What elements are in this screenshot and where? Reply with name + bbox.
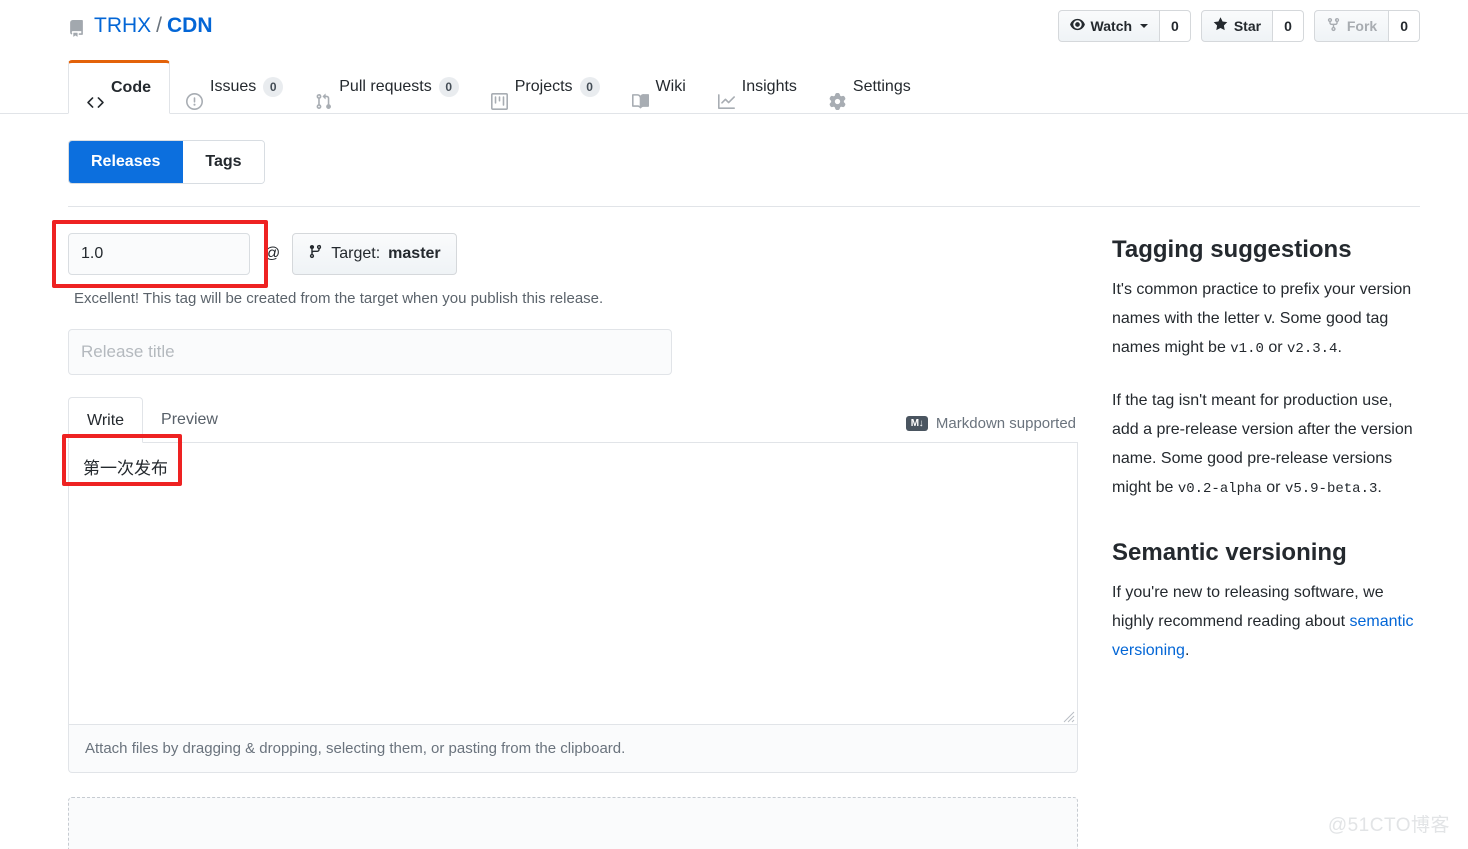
tab-issues-counter: 0: [263, 77, 283, 97]
tagging-suggestions-heading: Tagging suggestions: [1112, 233, 1422, 267]
tab-code-label: Code: [111, 61, 151, 115]
at-symbol: @: [264, 245, 280, 263]
tab-write[interactable]: Write: [68, 397, 143, 443]
semantic-versioning-heading: Semantic versioning: [1112, 536, 1422, 570]
markdown-icon: M↓: [906, 416, 928, 431]
tab-pull-requests-counter: 0: [439, 77, 459, 97]
fork-button[interactable]: Fork: [1314, 10, 1389, 42]
tab-code[interactable]: Code: [68, 60, 170, 114]
tagging-text-2c: .: [1377, 479, 1381, 496]
star-icon: [1213, 17, 1228, 35]
tag-example-4: v5.9-beta.3: [1285, 481, 1377, 497]
target-prefix-label: Target:: [331, 245, 380, 263]
git-pull-request-icon: [315, 79, 332, 96]
editor-tabbar: Write Preview M↓ Markdown supported: [68, 397, 1078, 443]
releases-tags-toggle-wrap: Releases Tags: [68, 114, 1420, 207]
chevron-down-icon: [1140, 24, 1148, 28]
fork-count[interactable]: 0: [1389, 10, 1420, 42]
tab-insights-label: Insights: [742, 60, 797, 114]
tagging-suggestions-paragraph-1: It's common practice to prefix your vers…: [1112, 275, 1422, 364]
watch-button-group[interactable]: Watch 0: [1058, 10, 1191, 42]
graph-icon: [718, 79, 735, 96]
repo-owner-link[interactable]: TRHX: [94, 12, 151, 40]
tags-toggle-button[interactable]: Tags: [183, 141, 263, 183]
book-icon: [632, 79, 649, 96]
tab-projects[interactable]: Projects 0: [475, 60, 616, 114]
release-form: @ Target: master Excellent! This tag wil…: [68, 233, 1078, 849]
tab-pull-requests-label: Pull requests: [339, 60, 432, 114]
tag-version-input[interactable]: [68, 233, 250, 275]
repo-nav-tabs: Code Issues 0 Pull requests 0 Projects 0: [0, 60, 1468, 114]
fork-icon: [1326, 17, 1341, 35]
releases-columns: @ Target: master Excellent! This tag wil…: [68, 207, 1420, 849]
tag-example-3: v0.2-alpha: [1178, 481, 1262, 497]
git-branch-icon: [308, 244, 323, 264]
tag-example-2: v2.3.4: [1287, 341, 1337, 357]
fork-button-label: Fork: [1347, 18, 1377, 34]
tag-help-note: Excellent! This tag will be created from…: [74, 290, 1078, 307]
watch-button-label: Watch: [1091, 18, 1132, 34]
attach-files-note: Attach files by dragging & dropping, sel…: [68, 725, 1078, 773]
star-button-label: Star: [1234, 18, 1261, 34]
target-branch-label: master: [388, 245, 440, 263]
gear-icon: [829, 79, 846, 96]
target-branch-button[interactable]: Target: master: [292, 233, 456, 275]
repo-header-actions: Watch 0 Star 0: [1058, 10, 1420, 42]
tab-settings-label: Settings: [853, 60, 911, 114]
release-body-textarea[interactable]: [69, 443, 1077, 724]
tab-wiki-label: Wiki: [656, 60, 686, 114]
star-count[interactable]: 0: [1273, 10, 1304, 42]
watch-count[interactable]: 0: [1160, 10, 1191, 42]
tab-issues[interactable]: Issues 0: [170, 60, 299, 114]
markdown-supported-label: Markdown supported: [936, 415, 1076, 432]
release-body-editor: Write Preview M↓ Markdown supported: [68, 397, 1078, 773]
release-assets-dropzone[interactable]: [68, 797, 1078, 849]
repo-book-icon: [68, 18, 85, 37]
tagging-text-2b: or: [1262, 479, 1285, 496]
star-button-group[interactable]: Star 0: [1201, 10, 1304, 42]
tab-wiki[interactable]: Wiki: [616, 60, 702, 114]
tag-row: @ Target: master: [68, 233, 1078, 275]
tag-example-1: v1.0: [1230, 341, 1264, 357]
watermark: @51CTO博客: [1328, 810, 1450, 837]
releases-page: Releases Tags @ Target: master: [0, 114, 1468, 849]
tab-preview[interactable]: Preview: [143, 397, 236, 443]
tab-settings[interactable]: Settings: [813, 60, 927, 114]
eye-icon: [1070, 17, 1085, 35]
release-title-input[interactable]: [68, 329, 672, 375]
issue-opened-icon: [186, 79, 203, 96]
repo-breadcrumb: TRHX / CDN: [68, 12, 213, 40]
release-sidebar: Tagging suggestions It's common practice…: [1112, 233, 1422, 849]
repo-header: TRHX / CDN Watch 0: [0, 0, 1468, 60]
semver-text: If you're new to releasing software, we …: [1112, 584, 1384, 630]
repo-name-link[interactable]: CDN: [167, 12, 213, 40]
releases-toggle-button[interactable]: Releases: [69, 141, 183, 183]
tab-insights[interactable]: Insights: [702, 60, 813, 114]
tagging-text-1c: .: [1337, 339, 1341, 356]
tab-projects-label: Projects: [515, 60, 573, 114]
tagging-text-1b: or: [1264, 339, 1287, 356]
tagging-suggestions-paragraph-2: If the tag isn't meant for production us…: [1112, 386, 1422, 504]
code-icon: [87, 80, 104, 97]
editor-body: [68, 443, 1078, 725]
tab-pull-requests[interactable]: Pull requests 0: [299, 60, 475, 114]
repo-separator: /: [156, 12, 162, 40]
tab-issues-label: Issues: [210, 60, 256, 114]
releases-tags-toggle: Releases Tags: [68, 140, 265, 184]
tab-projects-counter: 0: [580, 77, 600, 97]
markdown-supported-note[interactable]: M↓ Markdown supported: [906, 415, 1076, 432]
fork-button-group[interactable]: Fork 0: [1314, 10, 1420, 42]
project-board-icon: [491, 79, 508, 96]
semver-text-end: .: [1185, 642, 1189, 659]
semantic-versioning-paragraph: If you're new to releasing software, we …: [1112, 578, 1422, 665]
watch-button[interactable]: Watch: [1058, 10, 1160, 42]
star-button[interactable]: Star: [1201, 10, 1273, 42]
